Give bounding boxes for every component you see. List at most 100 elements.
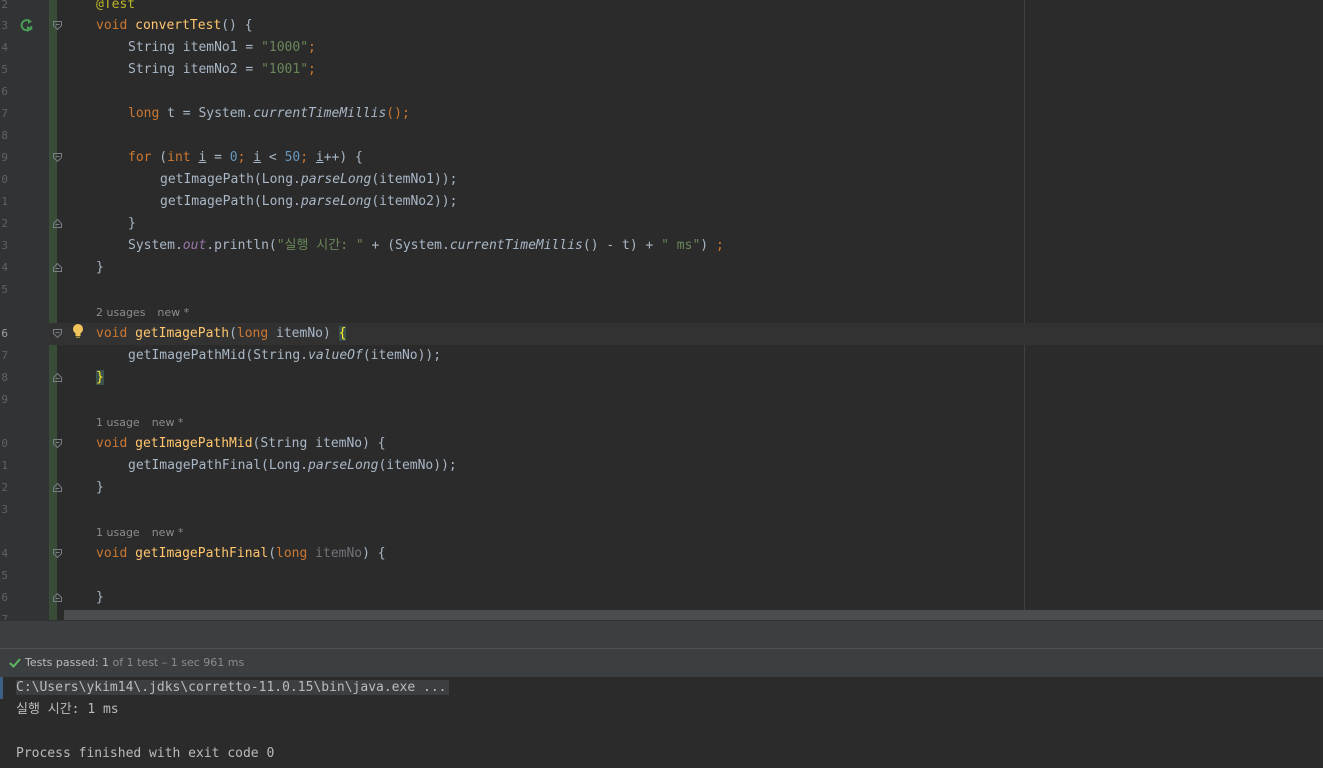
fold-end-icon[interactable] [53, 483, 62, 492]
keyword: for [128, 150, 152, 165]
command-text[interactable]: C:\Users\ykim14\.jdks\corretto-11.0.15\b… [16, 680, 450, 695]
code-line[interactable]: getImagePath(Long.parseLong(itemNo2)); [160, 191, 457, 213]
variable: i [315, 150, 324, 165]
code-text: (itemNo)); [362, 348, 442, 363]
tests-passed-count: 1 [102, 656, 110, 669]
right-margin-guide [1024, 0, 1025, 620]
tests-detail: of 1 test – 1 sec 961 ms [112, 656, 245, 669]
fold-collapse-icon[interactable] [53, 549, 62, 558]
fold-end-icon[interactable] [53, 219, 62, 228]
method-name: convertTest [135, 18, 222, 33]
code-text: getImagePath(Long. [160, 172, 301, 187]
fold-collapse-icon[interactable] [53, 21, 62, 30]
line-number: 0 [1, 437, 8, 450]
line-number: 6 [1, 591, 8, 604]
line-number: 6 [1, 85, 8, 98]
line-number: 7 [1, 107, 8, 120]
line-number: 9 [1, 393, 8, 406]
string-literal: "1001" [261, 62, 309, 77]
annotation: @Test [96, 0, 136, 12]
code-line[interactable]: for (int i = 0; i < 50; i++) { [128, 147, 363, 169]
semicolon: ; [308, 40, 316, 55]
usages-count[interactable]: 1 usage [96, 416, 140, 429]
run-console[interactable]: C:\Users\ykim14\.jdks\corretto-11.0.15\b… [0, 677, 1323, 768]
fold-collapse-icon[interactable] [53, 439, 62, 448]
tests-passed-label: Tests passed: [25, 656, 99, 669]
run-test-icon[interactable] [19, 17, 35, 33]
static-field: out [182, 238, 207, 253]
code-line[interactable]: String itemNo2 = "1001"; [128, 59, 316, 81]
code-line[interactable]: getImagePath(Long.parseLong(itemNo1)); [160, 169, 457, 191]
code-line[interactable]: void getImagePathFinal(long itemNo) { [96, 543, 386, 565]
code-line[interactable]: } [96, 477, 104, 499]
fold-end-icon[interactable] [53, 263, 62, 272]
unused-parameter: itemNo [315, 546, 363, 561]
code-editor[interactable]: 2 3 4 5 6 7 8 9 0 1 2 3 4 5 6 7 8 9 0 1 … [0, 0, 1323, 620]
usages-count[interactable]: 2 usages [96, 306, 145, 319]
fold-end-icon[interactable] [53, 373, 62, 382]
intention-bulb-icon[interactable] [71, 323, 85, 339]
code-text: itemNo) [268, 326, 339, 341]
vcs-status: new * [151, 526, 184, 539]
tool-window-header [0, 620, 1323, 649]
code-line[interactable]: getImagePathFinal(Long.parseLong(itemNo)… [128, 455, 457, 477]
code-line[interactable]: long t = System.currentTimeMillis(); [128, 103, 410, 125]
semicolon: ; [715, 238, 724, 253]
fold-end-icon[interactable] [53, 593, 62, 602]
variable: i [253, 150, 262, 165]
vcs-change-marker[interactable] [49, 0, 57, 620]
usages-count[interactable]: 1 usage [96, 526, 140, 539]
usage-hint[interactable]: 1 usage new * [96, 415, 195, 431]
static-call: parseLong [300, 172, 372, 187]
line-number: 2 [1, 217, 8, 230]
line-number: 2 [1, 481, 8, 494]
vcs-status: new * [157, 306, 190, 319]
code-line[interactable]: } [128, 213, 136, 235]
line-number: 0 [1, 173, 8, 186]
code-text: ; [300, 150, 316, 165]
usage-hint[interactable]: 2 usages new * [96, 305, 201, 321]
line-number: 5 [1, 283, 8, 296]
code-text: t = System. [159, 106, 254, 121]
line-number: 5 [1, 569, 8, 582]
test-status-bar: Tests passed: 1 of 1 test – 1 sec 961 ms [0, 648, 1323, 677]
method-name: getImagePath [135, 326, 230, 341]
code-line[interactable]: String itemNo1 = "1000"; [128, 37, 316, 59]
code-text: ( [151, 150, 168, 165]
horizontal-scrollbar[interactable] [64, 610, 1323, 620]
number-literal: 0 [229, 150, 238, 165]
code-text: (itemNo2)); [371, 194, 458, 209]
static-call: currentTimeMillis [449, 238, 583, 253]
code-line[interactable]: } [96, 587, 104, 609]
line-number: 2 [1, 0, 8, 11]
usage-hint[interactable]: 1 usage new * [96, 525, 195, 541]
code-line[interactable]: } [96, 367, 104, 389]
code-text: () { [221, 18, 253, 33]
code-line[interactable]: getImagePathMid(String.valueOf(itemNo)); [128, 345, 441, 367]
code-line-current[interactable]: void getImagePath(long itemNo) { [96, 323, 347, 345]
fold-collapse-icon[interactable] [53, 329, 62, 338]
keyword: void [96, 18, 128, 33]
code-line[interactable]: @Test [96, 0, 135, 16]
code-text: } [128, 216, 136, 231]
code-line[interactable]: } [96, 257, 104, 279]
number-literal: 50 [284, 150, 301, 165]
keyword: long [128, 106, 160, 121]
line-number: 5 [1, 63, 8, 76]
line-number: 9 [1, 151, 8, 164]
keyword: void [96, 326, 128, 341]
console-command-line[interactable]: C:\Users\ykim14\.jdks\corretto-11.0.15\b… [16, 677, 450, 699]
code-line[interactable]: void getImagePathMid(String itemNo) { [96, 433, 386, 455]
method-name: getImagePathMid [135, 436, 253, 451]
line-number-current: 6 [1, 327, 8, 340]
fold-collapse-icon[interactable] [53, 153, 62, 162]
code-text: } [96, 260, 104, 275]
code-line[interactable]: void convertTest() { [96, 15, 253, 37]
code-text: (itemNo)); [378, 458, 457, 473]
code-line[interactable]: System.out.println("실행 시간: " + (System.c… [128, 235, 724, 257]
line-number: 3 [1, 503, 8, 516]
line-number: 7 [1, 613, 8, 620]
line-number: 1 [1, 459, 8, 472]
line-number: 8 [1, 129, 8, 142]
